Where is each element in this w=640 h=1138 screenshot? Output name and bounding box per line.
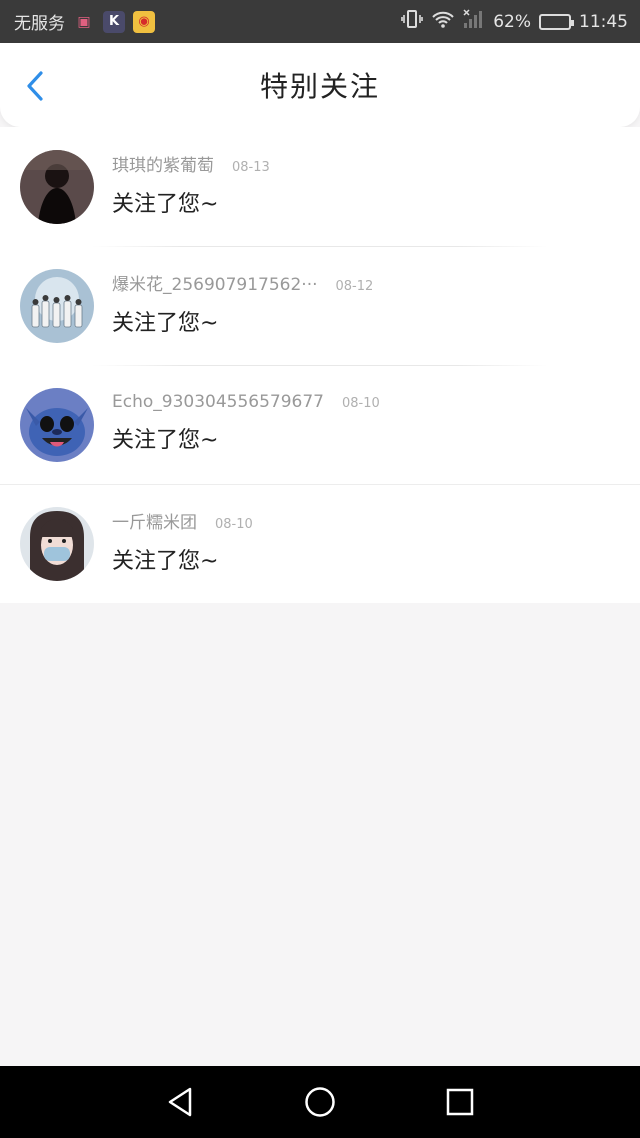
notification-message: 关注了您~	[112, 549, 219, 574]
avatar[interactable]	[20, 268, 94, 343]
battery-icon	[539, 13, 574, 30]
notification-message: 关注了您~	[112, 192, 219, 217]
chevron-left-icon	[27, 71, 43, 101]
user-name[interactable]: 爆米花_256907917562···	[112, 270, 318, 295]
battery-percent: 62%	[493, 11, 531, 32]
list-item[interactable]: 一斤糯米团 08-10 关注了您~	[0, 484, 640, 603]
avatar[interactable]	[20, 506, 94, 581]
follow-date: 08-10	[342, 395, 380, 411]
signal-icon	[463, 9, 485, 34]
follow-date: 08-10	[215, 517, 253, 532]
wifi-icon	[431, 9, 455, 34]
page-title: 特别关注	[259, 70, 380, 103]
follow-date: 08-12	[335, 279, 374, 294]
notification-message: 关注了您~	[112, 311, 219, 336]
user-name[interactable]: 一斤糯米团	[112, 508, 197, 533]
back-button[interactable]	[18, 69, 52, 103]
avatar[interactable]	[20, 387, 94, 462]
circle-home-icon	[305, 1087, 335, 1117]
nav-recents-button[interactable]	[440, 1082, 480, 1122]
triangle-back-icon	[168, 1087, 192, 1117]
shopping-bag-icon: ▣	[77, 13, 91, 30]
weibo-icon: ◉	[133, 10, 155, 33]
follow-date: 08-13	[232, 160, 270, 175]
carrier-text: 无服务	[14, 14, 65, 34]
square-recents-icon	[446, 1088, 474, 1116]
list-item[interactable]: 爆米花_256907917562··· 08-12 关注了您~	[0, 246, 640, 365]
status-bar: 无服务 ▣ K ◉ 62% 11:45	[0, 0, 640, 43]
clock: 11:45	[579, 11, 628, 32]
nav-home-button[interactable]	[300, 1082, 340, 1122]
user-name[interactable]: Echo_9303045565796​77	[112, 392, 324, 412]
navigation-bar	[0, 1066, 640, 1138]
notification-message: 关注了您~	[112, 427, 219, 453]
follower-list: 琪琪的紫葡萄 08-13 关注了您~ 爆米花_256907917562··· 0…	[0, 127, 640, 603]
header: 特别关注	[0, 43, 640, 127]
nav-back-button[interactable]	[160, 1082, 200, 1122]
vibrate-icon	[401, 9, 424, 34]
user-name[interactable]: 琪琪的紫葡萄	[112, 151, 214, 176]
avatar[interactable]	[20, 149, 94, 224]
k-app-icon: K	[103, 10, 125, 33]
list-item[interactable]: 琪琪的紫葡萄 08-13 关注了您~	[0, 127, 640, 246]
list-item[interactable]: Echo_9303045565796​77 08-10 关注了您~	[0, 365, 640, 484]
